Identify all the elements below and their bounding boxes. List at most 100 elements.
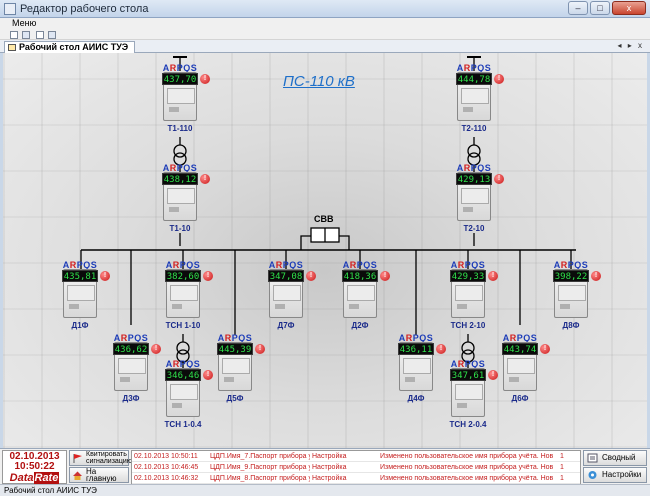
tab-desktop[interactable]: Рабочий стол АИИС ТУЭ — [4, 41, 136, 53]
meter-8[interactable]: ARPQS 429,33! ТСН 2-10 — [450, 260, 498, 330]
meter-caption: Д4Ф — [407, 394, 425, 403]
alarm-icon[interactable]: ! — [151, 344, 161, 354]
tab-scroll-arrows[interactable]: ◂ ▸ x — [618, 41, 644, 50]
close-button[interactable]: x — [612, 1, 646, 15]
meter-5[interactable]: ARPQS 382,60! ТСН 1-10 — [165, 260, 213, 330]
meter-caption: Д1Ф — [71, 321, 89, 330]
window-title: Редактор рабочего стола — [20, 3, 149, 15]
open-icon[interactable] — [22, 31, 30, 39]
alarm-icon[interactable]: ! — [203, 370, 213, 380]
scheme-canvas: ПС-110 кВ СВВ ARPQS 437,70! Т1-110 ARPQS 444… — [3, 53, 647, 448]
meter-reading: 437,70 — [162, 73, 198, 85]
meter-reading: 429,13 — [456, 173, 492, 185]
meter-15[interactable]: ARPQS 443,74! Д6Ф — [502, 333, 550, 403]
status-bar: Рабочий стол АИИС ТУЭ — [0, 484, 650, 496]
meter-reading: 445,39 — [217, 343, 253, 355]
svv-label: СВВ — [314, 214, 334, 224]
home-label: На главную — [86, 467, 117, 483]
event-count: 1 — [560, 464, 564, 471]
meter-4[interactable]: ARPQS 435,81! Д1Ф — [62, 260, 110, 330]
alarm-icon[interactable]: ! — [494, 174, 504, 184]
alarm-icon[interactable]: ! — [100, 271, 110, 281]
meter-caption: Д5Ф — [226, 394, 244, 403]
settings-label: Настройки — [602, 470, 642, 479]
alarm-icon[interactable]: ! — [306, 271, 316, 281]
event-row[interactable]: 02.10.2013 10:46:45 ЦДП.Имя_9.Паспорт при… — [132, 462, 580, 473]
meter-11[interactable]: ARPQS 445,39! Д5Ф — [217, 333, 265, 403]
meter-caption: ТСН 1-0.4 — [164, 420, 202, 429]
meter-2[interactable]: ARPQS 438,12! Т1-10 — [162, 163, 210, 233]
maximize-button[interactable]: □ — [590, 1, 610, 15]
event-time: 02.10.2013 10:46:32 — [134, 475, 199, 482]
bottom-panel: 02.10.2013 10:50:22 DataRate Квитировать… — [0, 448, 650, 484]
event-row[interactable]: 02.10.2013 10:46:32 ЦДП.Имя_8.Паспорт при… — [132, 473, 580, 484]
alarm-icon[interactable]: ! — [494, 74, 504, 84]
meter-caption: Д3Ф — [122, 394, 140, 403]
meter-reading: 436,62 — [113, 343, 149, 355]
page-icon[interactable] — [36, 31, 44, 39]
meter-reading: 418,36 — [342, 270, 378, 282]
alarm-icon[interactable]: ! — [200, 74, 210, 84]
summary-report-button[interactable]: Сводный отчёт — [583, 450, 647, 476]
meter-reading: 443,74 — [502, 343, 538, 355]
single-line-diagram — [80, 56, 576, 368]
meter-0[interactable]: ARPQS 437,70! Т1-110 — [162, 63, 210, 133]
event-type: Настройка — [312, 475, 347, 482]
alarm-icon[interactable]: ! — [255, 344, 265, 354]
home-icon — [73, 471, 82, 480]
menu-bar: Меню — [0, 18, 650, 31]
meter-6[interactable]: ARPQS 347,08! Д7Ф — [268, 260, 316, 330]
meter-10[interactable]: ARPQS 436,62! Д3Ф — [113, 333, 161, 403]
meter-reading: 438,12 — [162, 173, 198, 185]
event-text: Изменено пользовательское имя прибора уч… — [380, 464, 554, 471]
meter-caption: Д7Ф — [277, 321, 295, 330]
event-type: Настройка — [312, 464, 347, 471]
meter-9[interactable]: ARPQS 398,22! Д8Ф — [553, 260, 601, 330]
new-doc-icon[interactable] — [10, 31, 18, 39]
meter-reading: 444,78 — [456, 73, 492, 85]
meter-reading: 436,11 — [398, 343, 434, 355]
meter-7[interactable]: ARPQS 418,36! Д2Ф — [342, 260, 390, 330]
save-icon[interactable] — [48, 31, 56, 39]
home-button[interactable]: На главную — [69, 467, 129, 483]
meter-caption: ТСН 2-0.4 — [449, 420, 487, 429]
meter-3[interactable]: ARPQS 429,13! Т2-10 — [456, 163, 504, 233]
meter-reading: 382,60 — [165, 270, 201, 282]
event-type: Настройка — [312, 453, 347, 460]
datarate-logo: DataRate — [3, 472, 66, 484]
meter-1[interactable]: ARPQS 444,78! Т2-110 — [456, 63, 504, 133]
event-object: ЦДП.Имя_7.Паспорт прибора у — [210, 453, 310, 460]
alarm-icon[interactable]: ! — [203, 271, 213, 281]
minimize-button[interactable]: – — [568, 1, 588, 15]
substation-title[interactable]: ПС-110 кВ — [283, 73, 355, 90]
meter-caption: Д6Ф — [511, 394, 529, 403]
alarm-icon[interactable]: ! — [488, 370, 498, 380]
alarm-icon[interactable]: ! — [540, 344, 550, 354]
alarm-icon[interactable]: ! — [380, 271, 390, 281]
alarm-icon[interactable]: ! — [436, 344, 446, 354]
event-row[interactable]: 02.10.2013 10:50:11 ЦДП.Имя_7.Паспорт при… — [132, 451, 580, 462]
logo-rate-text: Rate — [33, 472, 60, 484]
current-time: 10:50:22 — [14, 461, 55, 472]
event-log: 02.10.2013 10:50:11 ЦДП.Имя_7.Паспорт при… — [131, 450, 581, 484]
meter-reading: 429,33 — [450, 270, 486, 282]
meter-caption: Т1-10 — [169, 224, 191, 233]
event-count: 1 — [560, 453, 564, 460]
toolbar — [0, 31, 650, 40]
acknowledge-alarm-button[interactable]: Квитировать сигнализацию — [69, 450, 132, 466]
settings-button[interactable]: Настройки — [583, 467, 647, 483]
alarm-icon[interactable]: ! — [200, 174, 210, 184]
alarm-icon[interactable]: ! — [488, 271, 498, 281]
menu-item-main[interactable]: Меню — [12, 18, 36, 28]
app-icon — [4, 3, 16, 15]
alarm-icon[interactable]: ! — [591, 271, 601, 281]
meter-12[interactable]: ARPQS 346,46! ТСН 1-0.4 — [165, 359, 213, 429]
meter-14[interactable]: ARPQS 347,61! ТСН 2-0.4 — [450, 359, 498, 429]
meter-caption: Т1-110 — [167, 124, 193, 133]
meter-13[interactable]: ARPQS 436,11! Д4Ф — [398, 333, 446, 403]
event-text: Изменено пользовательское имя прибора уч… — [380, 475, 554, 482]
event-text: Изменено пользовательское имя прибора уч… — [380, 453, 554, 460]
meter-caption: Д8Ф — [562, 321, 580, 330]
event-object: ЦДП.Имя_8.Паспорт прибора у — [210, 475, 310, 482]
meter-caption: ТСН 2-10 — [450, 321, 486, 330]
